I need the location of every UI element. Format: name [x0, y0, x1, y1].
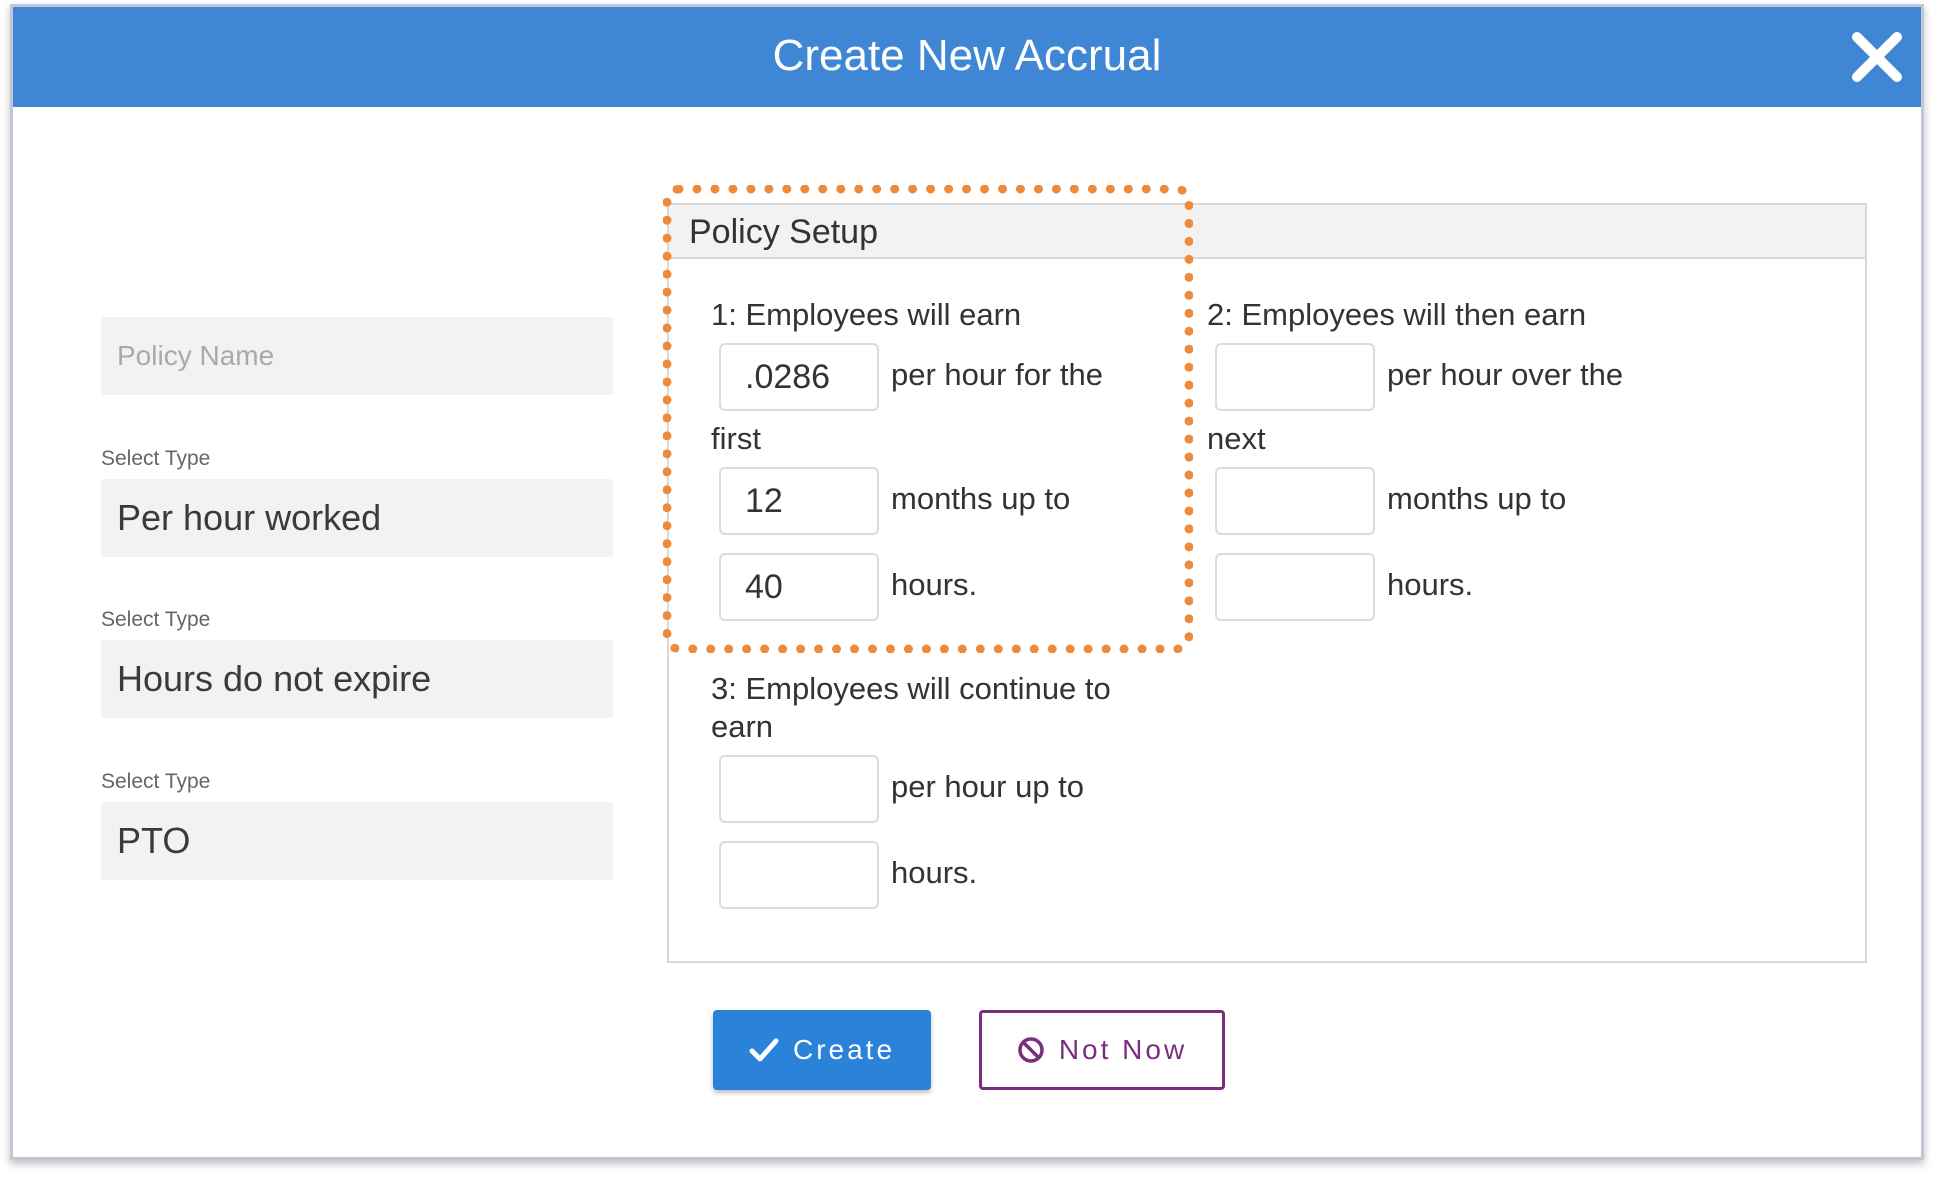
- leave-type-select[interactable]: PTO: [101, 802, 613, 880]
- accrual-basis-value: Per hour worked: [117, 497, 382, 538]
- step2-hours-input[interactable]: [1215, 553, 1375, 621]
- not-now-button-label: Not Now: [1058, 1034, 1188, 1065]
- step1-hours-input[interactable]: [719, 553, 879, 621]
- accrual-basis-select[interactable]: Per hour worked: [101, 479, 613, 557]
- step2-months-suffix: months up to: [1387, 481, 1567, 516]
- step1-rate-input[interactable]: [719, 343, 879, 411]
- step3-hours-input[interactable]: [719, 841, 879, 909]
- step1-months-suffix: months up to: [891, 481, 1071, 516]
- dialog-title: Create New Accrual: [772, 31, 1162, 80]
- create-accrual-dialog: Create New Accrual Policy Name Select Ty…: [10, 4, 1924, 1160]
- step2-rate-suffix: per hour over the: [1387, 357, 1624, 392]
- not-now-button[interactable]: Not Now: [979, 1010, 1225, 1090]
- step1-months-input[interactable]: [719, 467, 879, 535]
- create-button[interactable]: Create: [713, 1010, 931, 1090]
- dialog-header: Create New Accrual: [13, 7, 1921, 107]
- policy-name-placeholder: Policy Name: [117, 340, 275, 371]
- step3-hours-suffix: hours.: [891, 855, 978, 890]
- type3-label: Select Type: [101, 770, 211, 793]
- policy-setup-header: Policy Setup: [669, 205, 1865, 259]
- prohibited-icon: [1018, 1037, 1044, 1063]
- type2-label: Select Type: [101, 608, 211, 631]
- step2-hours-suffix: hours.: [1387, 567, 1474, 602]
- step2-rate-input[interactable]: [1215, 343, 1375, 411]
- policy-setup-title: Policy Setup: [689, 213, 878, 251]
- check-icon: [749, 1038, 779, 1062]
- step1-rate-wrap: first: [711, 421, 761, 456]
- step3-heading-line2: earn: [711, 709, 774, 744]
- close-icon[interactable]: [1849, 29, 1905, 85]
- step2-rate-wrap: next: [1207, 421, 1266, 456]
- policy-name-input[interactable]: Policy Name: [101, 317, 613, 395]
- step2-heading: 2: Employees will then earn: [1207, 297, 1587, 332]
- create-button-label: Create: [792, 1034, 896, 1065]
- step1-rate-suffix: per hour for the: [891, 357, 1103, 392]
- step2-months-input[interactable]: [1215, 467, 1375, 535]
- step3-rate-suffix: per hour up to: [891, 769, 1085, 804]
- step3-heading-line1: 3: Employees will continue to: [711, 671, 1111, 706]
- type1-label: Select Type: [101, 447, 211, 470]
- expiration-value: Hours do not expire: [117, 658, 432, 699]
- step1-heading: 1: Employees will earn: [711, 297, 1022, 332]
- leave-type-value: PTO: [117, 820, 191, 861]
- expiration-select[interactable]: Hours do not expire: [101, 640, 613, 718]
- step1-hours-suffix: hours.: [891, 567, 978, 602]
- step3-rate-input[interactable]: [719, 755, 879, 823]
